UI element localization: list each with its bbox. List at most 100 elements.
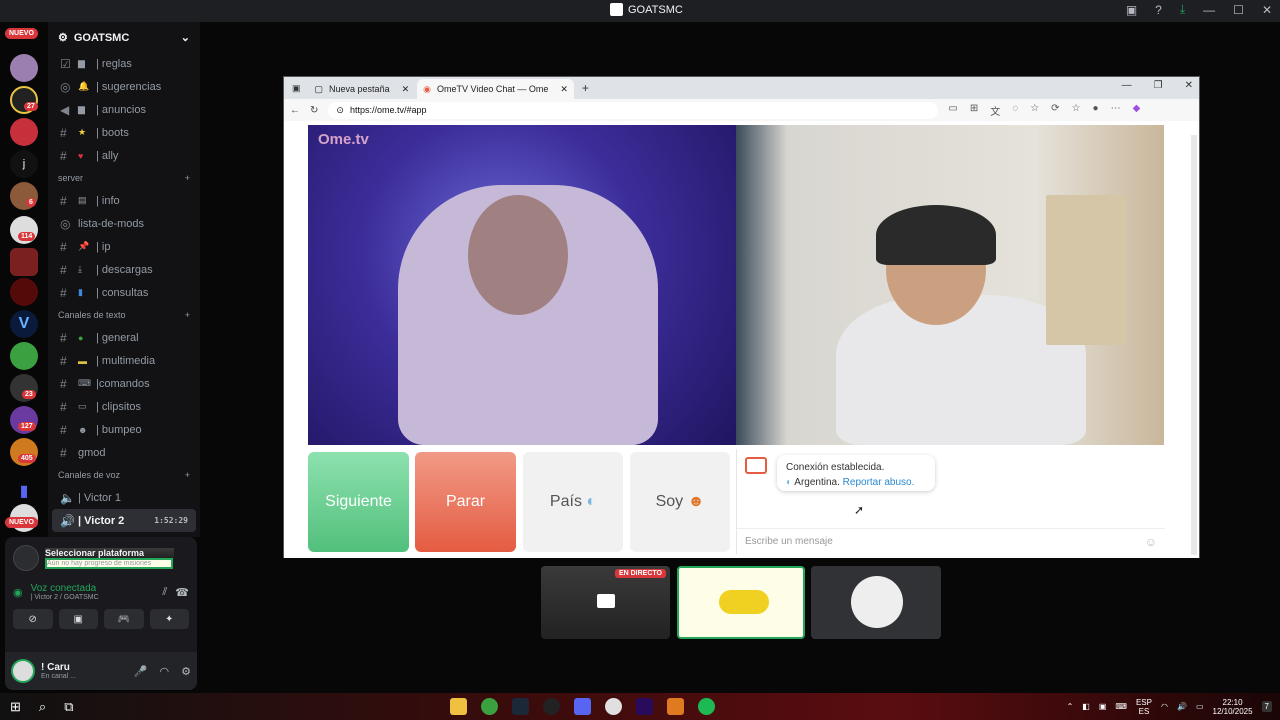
maximize-button[interactable]: ❐ (1154, 80, 1163, 91)
channel-item[interactable]: # gmod (48, 441, 200, 464)
voice-status-label[interactable]: Voz conectada (31, 583, 99, 594)
volume-icon[interactable]: 🔊 (1177, 702, 1187, 711)
channel-item[interactable]: ◎ lista-de-mods (48, 212, 200, 235)
microphone-icon[interactable]: 🎤 (134, 665, 148, 678)
search-icon[interactable]: ⌕ (39, 699, 46, 715)
category-server[interactable]: server + (48, 167, 200, 189)
channel-item[interactable]: # ★ | boots (48, 121, 200, 144)
site-info-icon[interactable]: ⊙ (336, 105, 344, 116)
add-channel-icon[interactable]: + (185, 470, 190, 480)
spotify-icon[interactable] (698, 698, 715, 715)
xbox-icon[interactable] (481, 698, 498, 715)
platform-selector[interactable]: Seleccionar plataforma Aún no hay progre… (5, 537, 197, 579)
channel-item[interactable]: ◎ 🔔 | sugerencias (48, 75, 200, 98)
inbox-icon[interactable]: ▣ (1126, 3, 1137, 17)
reload-icon[interactable]: ↻ (310, 105, 318, 116)
channel-item[interactable]: # ● | general (48, 326, 200, 349)
camera-icon[interactable]: ▭ (948, 103, 957, 118)
soundboard-button[interactable]: ✦ (149, 609, 189, 629)
scrollbar[interactable] (1191, 135, 1197, 555)
more-icon[interactable]: ⋯ (1111, 103, 1121, 118)
category-text[interactable]: Canales de texto + (48, 304, 200, 326)
tab-new[interactable]: ▢ Nueva pestaña ✕ (309, 79, 416, 99)
tray-chevron-icon[interactable]: ⌃ (1067, 702, 1074, 711)
dm-icon[interactable]: j (10, 150, 38, 178)
channel-item[interactable]: ◀ ▆ | anuncios (48, 98, 200, 121)
tab-actions-icon[interactable]: ▣ (292, 83, 301, 94)
next-button[interactable]: Siguiente (308, 452, 409, 552)
stop-button[interactable]: Parar (415, 452, 516, 552)
tray-app-icon[interactable]: ▣ (1099, 702, 1107, 711)
add-channel-icon[interactable]: + (185, 173, 190, 183)
tab-ometv[interactable]: ◉ OmeTV Video Chat — Ome ✕ (417, 79, 574, 99)
channel-item[interactable]: # 📌 | ip (48, 235, 200, 258)
activity-button[interactable]: 🎮 (104, 609, 144, 629)
apps-icon[interactable]: ⊞ (970, 103, 978, 118)
discord-icon[interactable] (574, 698, 591, 715)
new-tab-icon[interactable]: + (582, 81, 589, 95)
message-input[interactable]: Escribe un mensaje ☺ (737, 528, 1165, 554)
fl-studio-icon[interactable] (667, 698, 684, 715)
country-button[interactable]: País ◐ (523, 452, 623, 552)
voice-channel-active[interactable]: 🔊 | Victor 2 1:52:29 (52, 509, 196, 532)
camera-off-button[interactable]: ⊘ (13, 609, 53, 629)
file-explorer-icon[interactable] (450, 698, 467, 715)
channel-item[interactable]: # ▬ | multimedia (48, 349, 200, 372)
minimize-button[interactable]: — (1203, 3, 1215, 17)
refresh-icon[interactable]: ⟳ (1051, 103, 1059, 118)
server-header[interactable]: ⚙ GOATSMC ⌄ (48, 22, 200, 52)
download-icon[interactable]: ⤓ (1180, 2, 1185, 17)
task-view-icon[interactable]: ⧉ (64, 699, 73, 715)
add-channel-icon[interactable]: + (185, 310, 190, 320)
copilot-icon[interactable]: ◆ (1133, 103, 1141, 118)
server-icon[interactable] (10, 248, 38, 276)
tray-app-icon[interactable]: ◧ (1082, 702, 1090, 711)
channel-item[interactable]: # ♥ | ally (48, 144, 200, 167)
notifications-icon[interactable]: 7 (1261, 701, 1272, 712)
noise-suppression-icon[interactable]: ⫽ (162, 586, 167, 599)
emoji-icon[interactable]: ☺ (1145, 535, 1157, 549)
channel-item[interactable]: # ⤓ | descargas (48, 258, 200, 281)
read-aloud-icon[interactable]: ◌ (1012, 103, 1018, 118)
server-icon[interactable]: V (10, 310, 38, 338)
server-icon[interactable] (10, 118, 38, 146)
obs-icon[interactable] (543, 698, 560, 715)
channel-item[interactable]: ☑ ▆ | reglas (48, 52, 200, 75)
chrome-icon[interactable] (605, 698, 622, 715)
wifi-icon[interactable]: ◠ (1161, 702, 1168, 711)
channel-item[interactable]: # ⌨ |comandos (48, 372, 200, 395)
profile-icon[interactable]: ● (1093, 103, 1099, 118)
clock[interactable]: 22:10 12/10/2025 (1213, 698, 1253, 716)
start-icon[interactable]: ⊞ (10, 699, 21, 715)
minimize-button[interactable]: — (1122, 80, 1132, 91)
url-field[interactable]: ⊙ https://ome.tv/#app (328, 101, 939, 119)
back-icon[interactable]: ← (290, 105, 300, 116)
steam-icon[interactable] (512, 698, 529, 715)
language-indicator[interactable]: ESP ES (1136, 698, 1152, 716)
close-button[interactable]: ✕ (1185, 80, 1193, 91)
avatar[interactable] (11, 659, 35, 683)
help-icon[interactable]: ? (1155, 3, 1162, 17)
maximize-button[interactable]: ☐ (1233, 3, 1244, 17)
channel-item[interactable]: # ▮ | consultas (48, 281, 200, 304)
disconnect-icon[interactable]: ☎ (175, 586, 189, 599)
headphones-icon[interactable]: ◠ (160, 665, 170, 678)
stream-thumbnail[interactable]: EN DIRECTO (541, 566, 670, 639)
folder-icon[interactable]: ▮ (10, 478, 38, 506)
tray-app-icon[interactable]: ⌨ (1115, 702, 1127, 711)
favorite-icon[interactable]: ☆ (1030, 103, 1039, 118)
favorites-icon[interactable]: ☆ (1072, 103, 1081, 118)
server-icon[interactable] (10, 278, 38, 306)
stream-thumbnail-selected[interactable] (677, 566, 805, 639)
battery-icon[interactable]: ▭ (1196, 702, 1204, 711)
close-button[interactable]: ✕ (1262, 3, 1272, 17)
voice-channel[interactable]: 🔈 | Victor 1 (48, 486, 200, 509)
screen-share-button[interactable]: ▣ (58, 609, 98, 629)
server-icon[interactable] (10, 54, 38, 82)
category-voice[interactable]: Canales de voz + (48, 464, 200, 486)
channel-item[interactable]: # ▭ | clipsitos (48, 395, 200, 418)
close-tab-icon[interactable]: ✕ (402, 84, 410, 95)
participant-tile[interactable] (811, 566, 941, 639)
gender-button[interactable]: Soy ☻ (630, 452, 730, 552)
translate-icon[interactable]: 文 (990, 103, 1000, 118)
